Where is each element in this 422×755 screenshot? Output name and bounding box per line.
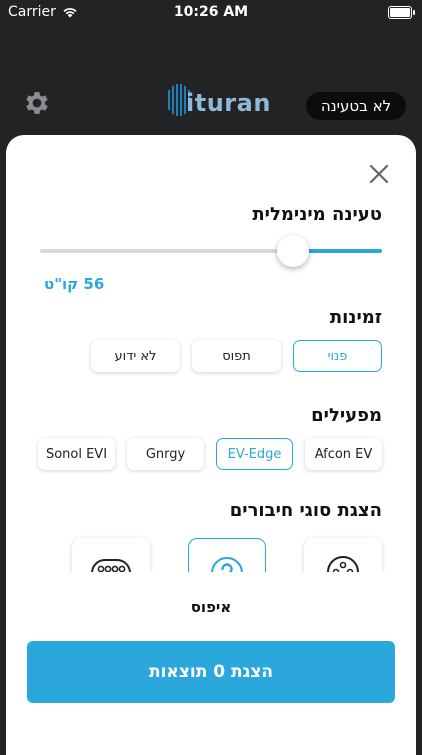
availability-chip[interactable]: פנוי (293, 340, 382, 372)
gear-icon[interactable] (22, 88, 52, 118)
logo-text: ituran (186, 89, 271, 117)
operator-options: Afcon EV EV-Edge Gnrgy Sonol EVI (38, 438, 382, 470)
operator-chip[interactable]: Sonol EVI (38, 438, 115, 470)
filter-sheet: טעינה מינימלית 56 קו"ט זמינות פנוי תפוס … (6, 135, 416, 755)
status-bar: Carrier 10:26 AM (0, 0, 422, 24)
battery-icon (388, 6, 415, 19)
close-icon[interactable] (368, 163, 390, 185)
min-charge-value: 56 קו"ט (44, 275, 105, 293)
charging-status-toggle[interactable]: לא בטעינה (306, 92, 406, 120)
reset-button[interactable]: איפוס (6, 598, 416, 616)
min-charge-slider[interactable] (40, 235, 382, 267)
availability-options: פנוי תפוס לא ידוע (91, 340, 382, 372)
connectors-title: הצגת סוגי חיבורים (229, 500, 382, 521)
show-results-button[interactable]: הצגת 0 תוצאות (27, 641, 395, 703)
slider-thumb[interactable] (277, 235, 309, 267)
availability-chip[interactable]: לא ידוע (91, 340, 180, 372)
app-header: ituran לא בטעינה (0, 70, 422, 130)
operator-chip[interactable]: Afcon EV (305, 438, 382, 470)
operator-chip[interactable]: EV-Edge (216, 438, 293, 470)
min-charge-title: טעינה מינימלית (252, 204, 382, 225)
availability-chip[interactable]: תפוס (192, 340, 281, 372)
availability-title: זמינות (329, 307, 382, 328)
ituran-logo: ituran (166, 82, 271, 118)
operator-chip[interactable]: Gnrgy (127, 438, 204, 470)
clock: 10:26 AM (173, 4, 249, 20)
operators-title: מפעילים (311, 405, 382, 426)
bottom-actions: איפוס הצגת 0 תוצאות (6, 572, 416, 755)
